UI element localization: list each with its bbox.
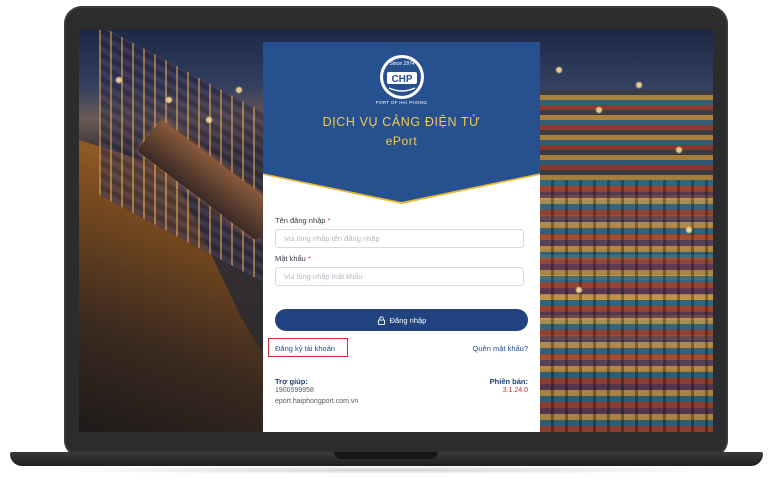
chp-logo-icon: CHP Since 1874 [380, 55, 424, 99]
required-mark: * [327, 216, 331, 225]
laptop-screen: CHP Since 1874 PORT OF HAI PHONG DỊCH VỤ… [79, 30, 713, 432]
register-link[interactable]: Đăng ký tài khoản [275, 344, 335, 353]
username-label: Tên đăng nhập * [275, 216, 330, 225]
service-title: DỊCH VỤ CẢNG ĐIỆN TỬ [322, 115, 481, 129]
username-label-text: Tên đăng nhập [275, 216, 326, 225]
laptop-notch [334, 452, 438, 459]
logo-since-text: Since 1874 [389, 61, 414, 67]
login-button[interactable]: Đăng nhập [275, 309, 528, 331]
password-input[interactable] [275, 267, 524, 286]
port-name: PORT OF HAI PHONG [375, 100, 428, 105]
required-mark: * [307, 254, 311, 263]
help-title: Trợ giúp: [275, 377, 308, 386]
lock-icon [377, 315, 385, 325]
username-input[interactable] [275, 229, 524, 248]
service-subtitle: ePort [385, 134, 418, 148]
password-label-text: Mật khẩu [275, 254, 306, 263]
version-value: 3.1.24.0 [502, 387, 528, 394]
password-label: Mật khẩu * [275, 254, 311, 263]
login-card: CHP Since 1874 PORT OF HAI PHONG DỊCH VỤ… [263, 42, 540, 432]
laptop-shadow [40, 466, 733, 474]
forgot-password-link[interactable]: Quên mật khẩu? [473, 344, 528, 353]
help-phone: 1900599958 [275, 387, 314, 394]
help-url: eport.haiphongport.com.vn [275, 398, 359, 405]
logo-mark-text: CHP [391, 74, 412, 85]
version-title: Phiên bản: [489, 377, 528, 386]
login-button-label: Đăng nhập [389, 315, 427, 325]
